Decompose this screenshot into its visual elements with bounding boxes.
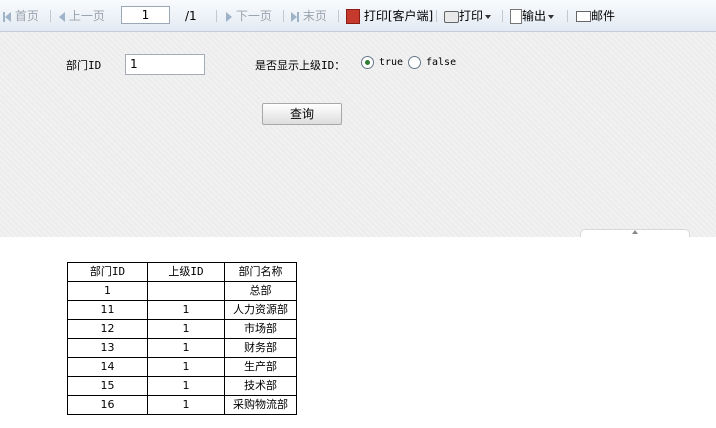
cell-dept-id: 13: [67, 338, 148, 358]
next-page-button[interactable]: 下一页: [226, 8, 272, 24]
table-row: 12 1 市场部: [67, 319, 297, 339]
cell-parent-id: [147, 281, 225, 301]
page-total: /1: [185, 9, 197, 23]
chevron-down-icon: [485, 14, 492, 19]
collapse-panel-handle[interactable]: [580, 229, 690, 237]
cell-dept-name: 总部: [224, 281, 297, 301]
cell-dept-id: 11: [67, 300, 148, 320]
cell-dept-name: 市场部: [224, 319, 297, 339]
toolbar-separator: [567, 10, 568, 22]
last-page-icon: [297, 11, 299, 22]
printer-icon: [444, 10, 459, 23]
toolbar-separator: [216, 10, 217, 22]
cell-dept-name: 采购物流部: [224, 395, 297, 415]
toolbar-separator: [338, 10, 339, 22]
mail-icon: [576, 11, 591, 22]
table-row: 16 1 采购物流部: [67, 395, 297, 415]
cell-dept-id: 15: [67, 376, 148, 396]
table-row: 14 1 生产部: [67, 357, 297, 377]
report-toolbar: 首页 上一页 1 /1 下一页 末页 打印[客户端] 打印 输出 邮件: [0, 0, 716, 32]
cell-parent-id: 1: [147, 319, 225, 339]
collapse-up-icon: [632, 230, 638, 234]
radio-true-label: true: [379, 57, 404, 68]
cell-dept-id: 12: [67, 319, 148, 339]
cell-parent-id: 1: [147, 395, 225, 415]
print-client-button[interactable]: 打印[客户端]: [346, 8, 433, 24]
table-row: 15 1 技术部: [67, 376, 297, 396]
export-icon: [510, 9, 522, 24]
pdf-icon: [346, 9, 360, 24]
last-page-button[interactable]: 末页: [291, 8, 327, 24]
table-row: 1 总部: [67, 281, 297, 301]
cell-parent-id: 1: [147, 357, 225, 377]
chevron-down-icon: [548, 14, 555, 19]
toolbar-separator: [502, 10, 503, 22]
query-button[interactable]: 查询: [262, 103, 342, 125]
show-parent-label: 是否显示上级ID：: [255, 59, 346, 72]
first-page-button[interactable]: 首页: [3, 8, 39, 24]
cell-parent-id: 1: [147, 300, 225, 320]
cell-dept-name: 人力资源部: [224, 300, 297, 320]
header-dept-name: 部门名称: [224, 262, 297, 282]
cell-dept-name: 生产部: [224, 357, 297, 377]
cell-dept-id: 16: [67, 395, 148, 415]
radio-true[interactable]: [361, 56, 374, 69]
toolbar-separator: [283, 10, 284, 22]
dept-id-label: 部门ID: [66, 59, 102, 72]
next-page-icon: [226, 11, 232, 22]
page-number-input[interactable]: 1: [121, 6, 170, 24]
cell-dept-id: 1: [67, 281, 148, 301]
radio-false[interactable]: [408, 56, 421, 69]
export-button[interactable]: 输出: [510, 8, 555, 24]
toolbar-separator: [50, 10, 51, 22]
print-button[interactable]: 打印: [444, 8, 492, 24]
cell-dept-id: 14: [67, 357, 148, 377]
table-row: 11 1 人力资源部: [67, 300, 297, 320]
table-row: 13 1 财务部: [67, 338, 297, 358]
radio-false-label: false: [426, 57, 457, 68]
dept-id-input[interactable]: 1: [125, 54, 205, 75]
toolbar-separator: [436, 10, 437, 22]
cell-dept-name: 技术部: [224, 376, 297, 396]
report-table: 部门ID 上级ID 部门名称 1 总部 11 1 人力资源部 12 1 市场部 …: [67, 262, 297, 415]
header-parent-id: 上级ID: [147, 262, 225, 282]
radio-selected-dot: [365, 60, 370, 65]
table-header-row: 部门ID 上级ID 部门名称: [67, 262, 297, 282]
cell-parent-id: 1: [147, 338, 225, 358]
prev-page-icon: [59, 11, 65, 22]
mail-button[interactable]: 邮件: [576, 8, 615, 24]
cell-parent-id: 1: [147, 376, 225, 396]
header-dept-id: 部门ID: [67, 262, 148, 282]
prev-page-button[interactable]: 上一页: [59, 8, 105, 24]
cell-dept-name: 财务部: [224, 338, 297, 358]
parameter-panel: 部门ID 1 是否显示上级ID： true false 查询: [0, 32, 716, 237]
